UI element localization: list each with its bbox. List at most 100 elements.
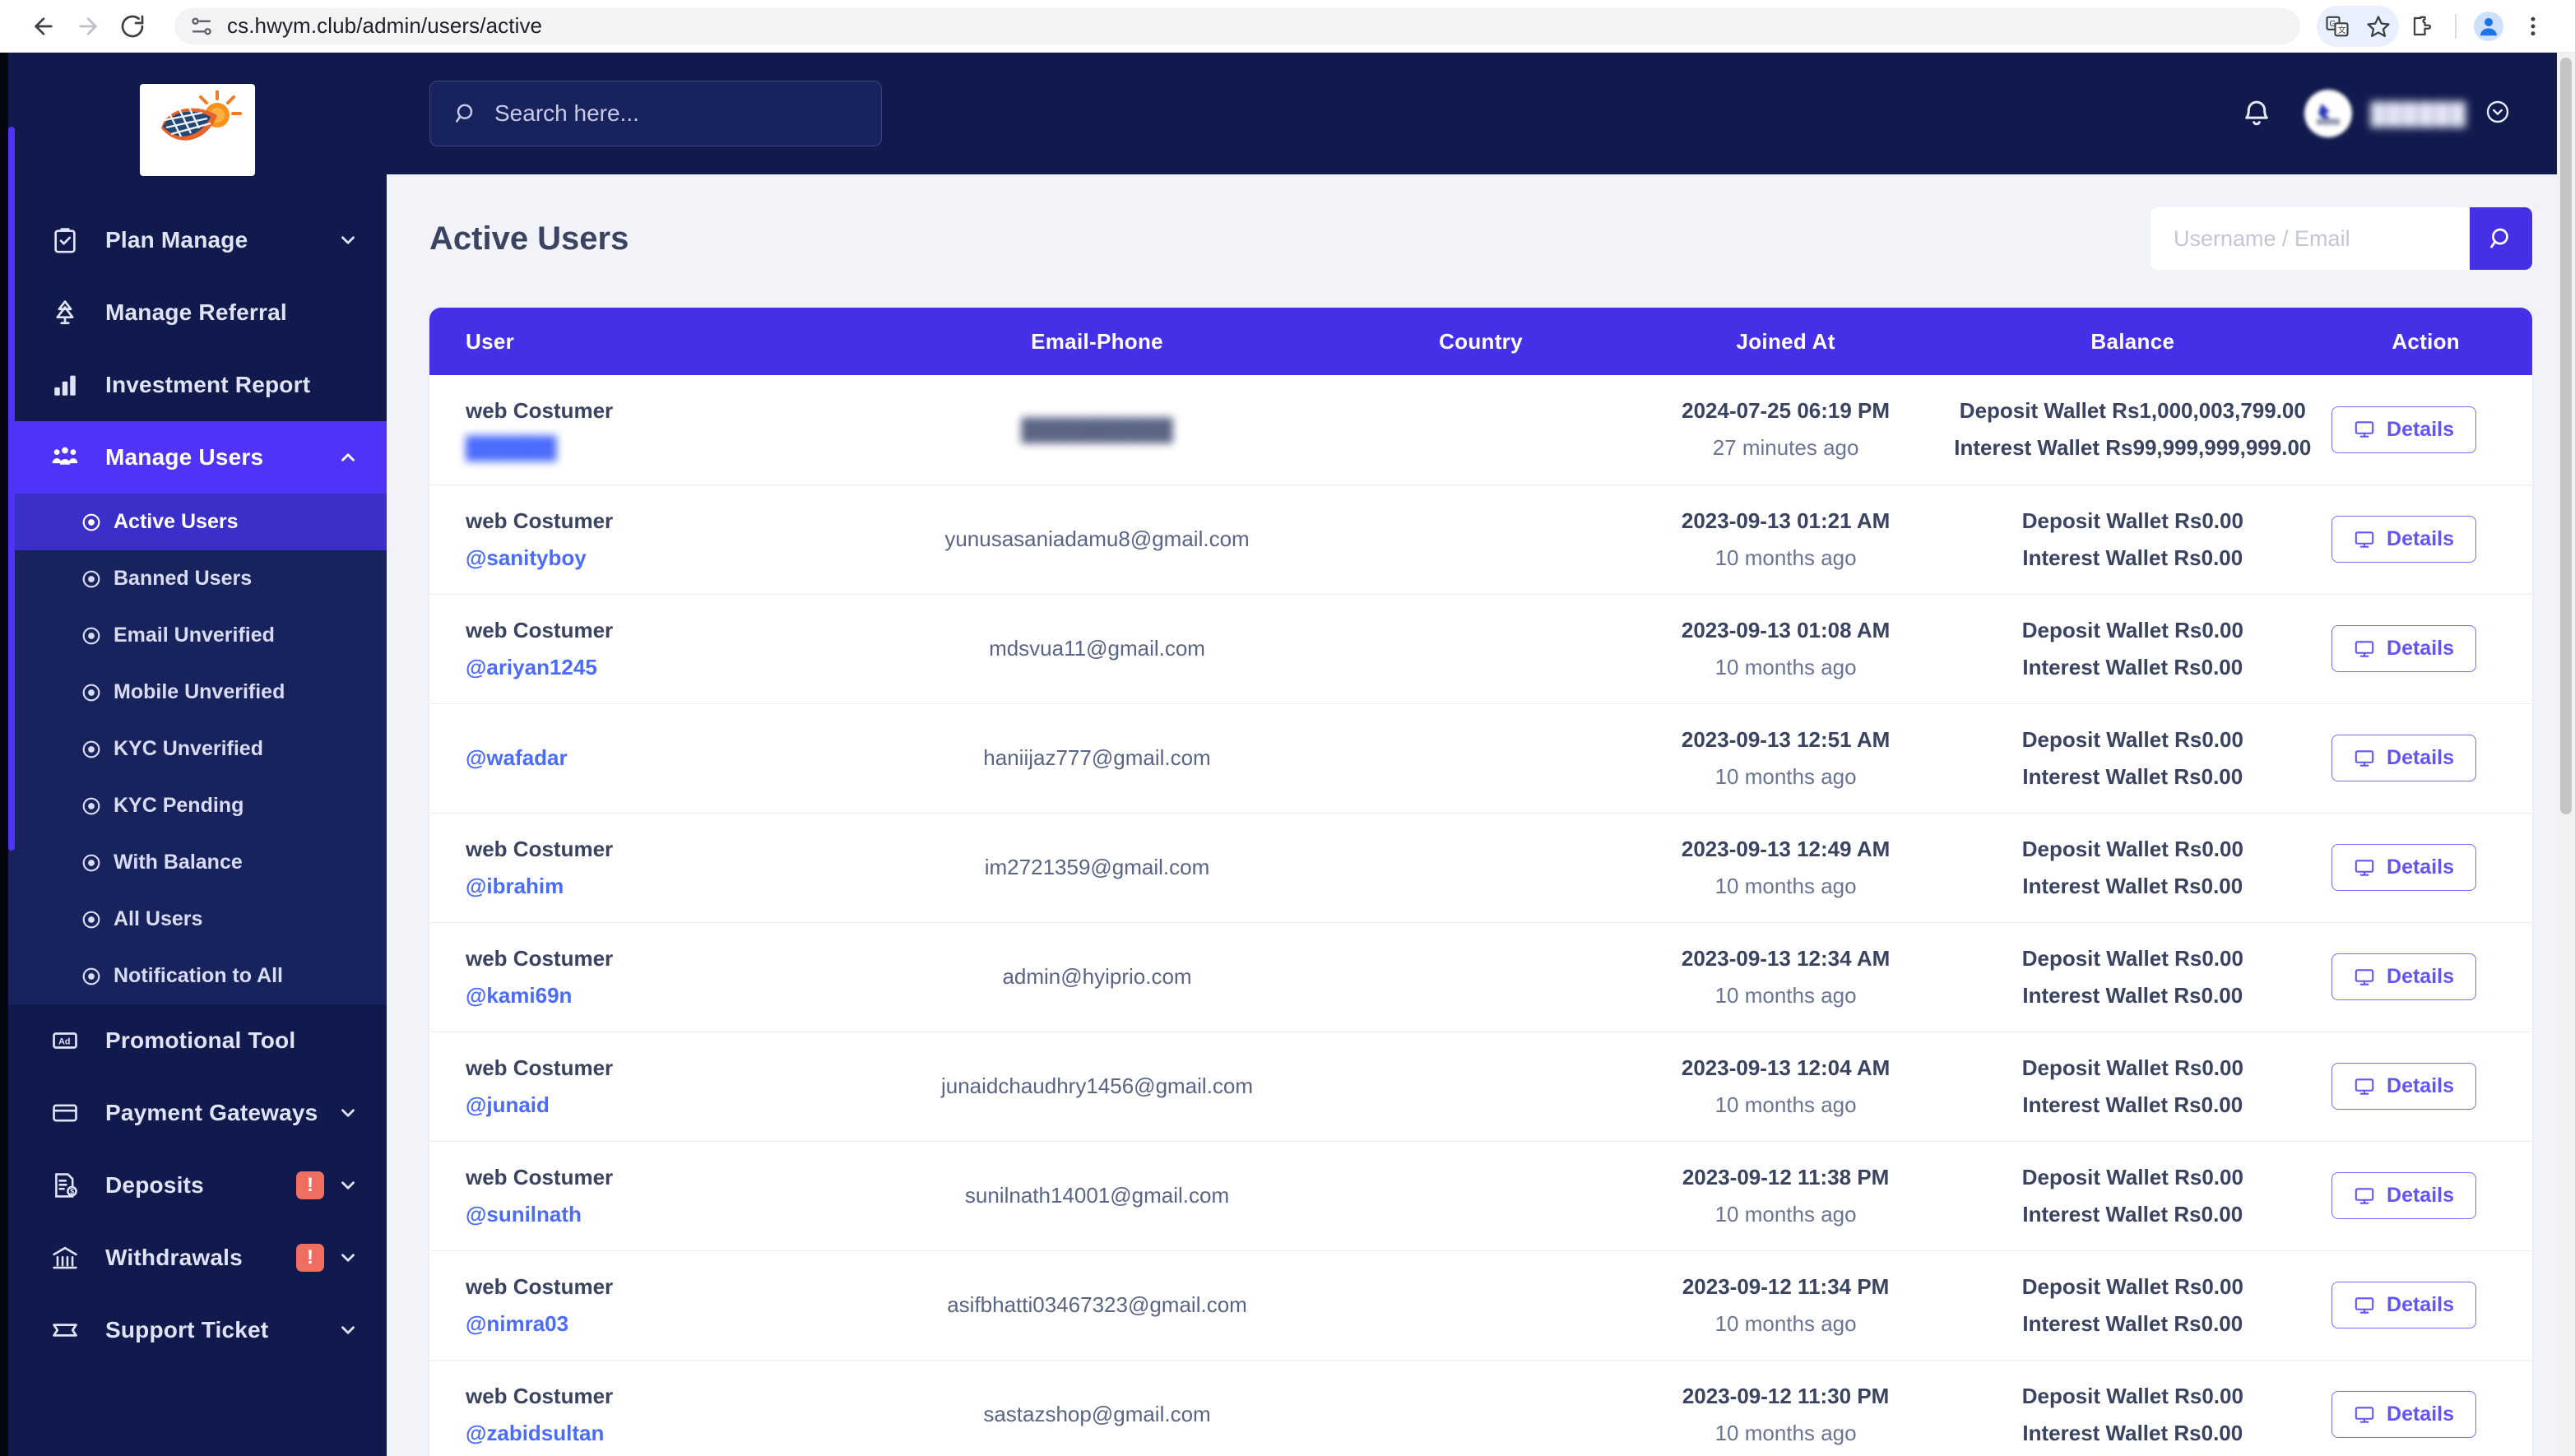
sidebar-subitem-kyc-unverified[interactable]: KYC Unverified <box>8 721 387 777</box>
deposit-wallet: Deposit Wallet Rs0.00 <box>2021 1164 2243 1189</box>
sidebar-item-promotional-tool[interactable]: Ad Promotional Tool <box>8 1004 387 1077</box>
sidebar-subitem-all-users[interactable]: All Users <box>8 891 387 948</box>
reload-button[interactable] <box>110 4 155 49</box>
brand-logo[interactable] <box>8 53 387 204</box>
admin-profile-menu[interactable]: ██████ <box>2304 90 2511 137</box>
user-search-form <box>2150 207 2532 270</box>
details-button-label: Details <box>2387 856 2454 879</box>
scrollbar-thumb[interactable] <box>2560 58 2572 814</box>
user-handle-link[interactable]: @nimra03 <box>466 1311 861 1337</box>
cell-email-phone: sastazshop@gmail.com <box>983 1402 1211 1426</box>
interest-wallet: Interest Wallet Rs0.00 <box>2022 873 2243 898</box>
search-input[interactable] <box>2150 207 2470 270</box>
translate-button[interactable]: G 文 <box>2317 6 2358 47</box>
details-button[interactable]: Details <box>2331 1172 2476 1219</box>
details-button[interactable]: Details <box>2331 516 2476 563</box>
user-handle-link[interactable]: @ariyan1245 <box>466 655 861 680</box>
page-scrollbar[interactable] <box>2557 53 2575 1456</box>
column-header-balance: Balance <box>1943 308 2322 375</box>
global-search-box[interactable]: Search here... <box>429 81 882 146</box>
forward-button[interactable] <box>66 4 110 49</box>
extensions-button[interactable] <box>2402 6 2443 47</box>
details-button[interactable]: Details <box>2331 953 2476 1000</box>
monitor-icon <box>2355 1296 2374 1314</box>
sidebar-item-support-ticket[interactable]: Support Ticket <box>8 1294 387 1366</box>
sidebar-item-manage-users[interactable]: Manage Users <box>8 421 387 494</box>
back-button[interactable] <box>21 4 66 49</box>
address-bar[interactable]: cs.hwym.club/admin/users/active <box>174 7 2300 44</box>
monitor-icon <box>2355 749 2374 767</box>
table-row: web Costumer @nimra03 asifbhatti03467323@g… <box>429 1250 2532 1360</box>
details-button-label: Details <box>2387 1074 2454 1097</box>
joined-timestamp: 2023-09-13 01:21 AM <box>1681 508 1891 533</box>
details-button[interactable]: Details <box>2331 1063 2476 1110</box>
sidebar-item-withdrawals[interactable]: Withdrawals ! <box>8 1222 387 1294</box>
bookmark-button[interactable] <box>2358 6 2399 47</box>
sidebar-subitem-mobile-unverified[interactable]: Mobile Unverified <box>8 664 387 721</box>
details-button[interactable]: Details <box>2331 1391 2476 1438</box>
sidebar-subitem-email-unverified[interactable]: Email Unverified <box>8 607 387 664</box>
user-fullname: web Costumer <box>466 1383 614 1408</box>
user-handle-link[interactable]: @junaid <box>466 1092 861 1118</box>
profile-button[interactable] <box>2468 6 2509 47</box>
chevron-down-icon[interactable] <box>337 1102 359 1124</box>
sidebar-item-label: Support Ticket <box>105 1317 269 1342</box>
user-handle-link[interactable]: ██████ <box>466 435 861 461</box>
user-fullname: web Costumer <box>466 508 614 533</box>
details-button[interactable]: Details <box>2331 625 2476 672</box>
circle-dot-icon <box>81 852 114 874</box>
joined-timestamp: 2023-09-13 01:08 AM <box>1681 617 1891 642</box>
sidebar-subitem-notification-to-all[interactable]: Notification to All <box>8 948 387 1004</box>
chevron-down-icon[interactable] <box>337 1247 359 1268</box>
user-handle-link[interactable]: @sanityboy <box>466 545 861 571</box>
interest-wallet: Interest Wallet Rs0.00 <box>2022 654 2243 679</box>
cell-joined-at: 2023-09-13 01:21 AM 10 months ago <box>1628 485 1943 594</box>
details-button[interactable]: Details <box>2331 844 2476 891</box>
user-handle-link[interactable]: @sunilnath <box>466 1202 861 1227</box>
chevron-down-icon[interactable] <box>337 1319 359 1341</box>
cell-email-phone: sunilnath14001@gmail.com <box>964 1183 1230 1208</box>
chevron-down-circle-icon[interactable] <box>2485 99 2511 129</box>
chevron-down-icon[interactable] <box>337 230 359 251</box>
sidebar-subitem-banned-users[interactable]: Banned Users <box>8 550 387 607</box>
cell-action: Details <box>2322 1032 2532 1141</box>
translate-icon: G 文 <box>2326 16 2349 36</box>
cell-email-phone: im2721359@gmail.com <box>984 855 1210 879</box>
sidebar-item-investment-report[interactable]: Investment Report <box>8 349 387 421</box>
deposit-wallet: Deposit Wallet Rs0.00 <box>2021 726 2243 752</box>
user-handle-link[interactable]: @ibrahim <box>466 874 861 899</box>
joined-relative: 10 months ago <box>1714 1092 1857 1117</box>
cell-joined-at: 2023-09-13 12:51 AM 10 months ago <box>1628 703 1943 813</box>
sidebar-item-deposits[interactable]: $ Deposits ! <box>8 1149 387 1222</box>
details-button[interactable]: Details <box>2331 406 2476 453</box>
sidebar-subitem-kyc-pending[interactable]: KYC Pending <box>8 777 387 834</box>
chrome-menu-button[interactable] <box>2512 6 2554 47</box>
notification-bell-icon[interactable] <box>2240 97 2273 130</box>
deposit-wallet: Deposit Wallet Rs0.00 <box>2021 617 2243 642</box>
search-icon <box>2490 228 2508 248</box>
sidebar-subitem-label: KYC Pending <box>114 794 244 817</box>
details-button[interactable]: Details <box>2331 1282 2476 1328</box>
cell-balance: Deposit Wallet Rs0.00 Interest Wallet Rs0… <box>1943 1141 2322 1250</box>
table-row: web Costumer @sanityboy yunusasaniadamu8@g… <box>429 485 2532 594</box>
user-handle-link[interactable]: @wafadar <box>466 745 861 771</box>
chevron-up-icon[interactable] <box>337 447 359 468</box>
sidebar-item-payment-gateways[interactable]: Payment Gateways <box>8 1077 387 1149</box>
sidebar-subitem-active-users[interactable]: Active Users <box>8 494 387 550</box>
joined-relative: 10 months ago <box>1714 873 1857 898</box>
sidebar-subitem-with-balance[interactable]: With Balance <box>8 834 387 891</box>
chevron-down-icon[interactable] <box>337 1175 359 1196</box>
joined-relative: 10 months ago <box>1714 654 1857 679</box>
user-handle-link[interactable]: @kami69n <box>466 983 861 1009</box>
interest-wallet: Interest Wallet Rs0.00 <box>2022 545 2243 570</box>
user-handle-link[interactable]: @zabidsultan <box>466 1421 861 1446</box>
site-settings-icon[interactable] <box>189 14 214 39</box>
joined-timestamp: 2023-09-13 12:49 AM <box>1681 836 1891 861</box>
sidebar-item-plan-manage[interactable]: Plan Manage <box>8 204 387 276</box>
cell-joined-at: 2024-07-25 06:19 PM 27 minutes ago <box>1628 375 1943 485</box>
details-button[interactable]: Details <box>2331 735 2476 781</box>
cell-country <box>1334 485 1628 594</box>
sidebar-item-manage-referral[interactable]: Manage Referral <box>8 276 387 349</box>
sidebar-item-label: Promotional Tool <box>105 1027 296 1053</box>
search-submit-button[interactable] <box>2470 207 2532 270</box>
